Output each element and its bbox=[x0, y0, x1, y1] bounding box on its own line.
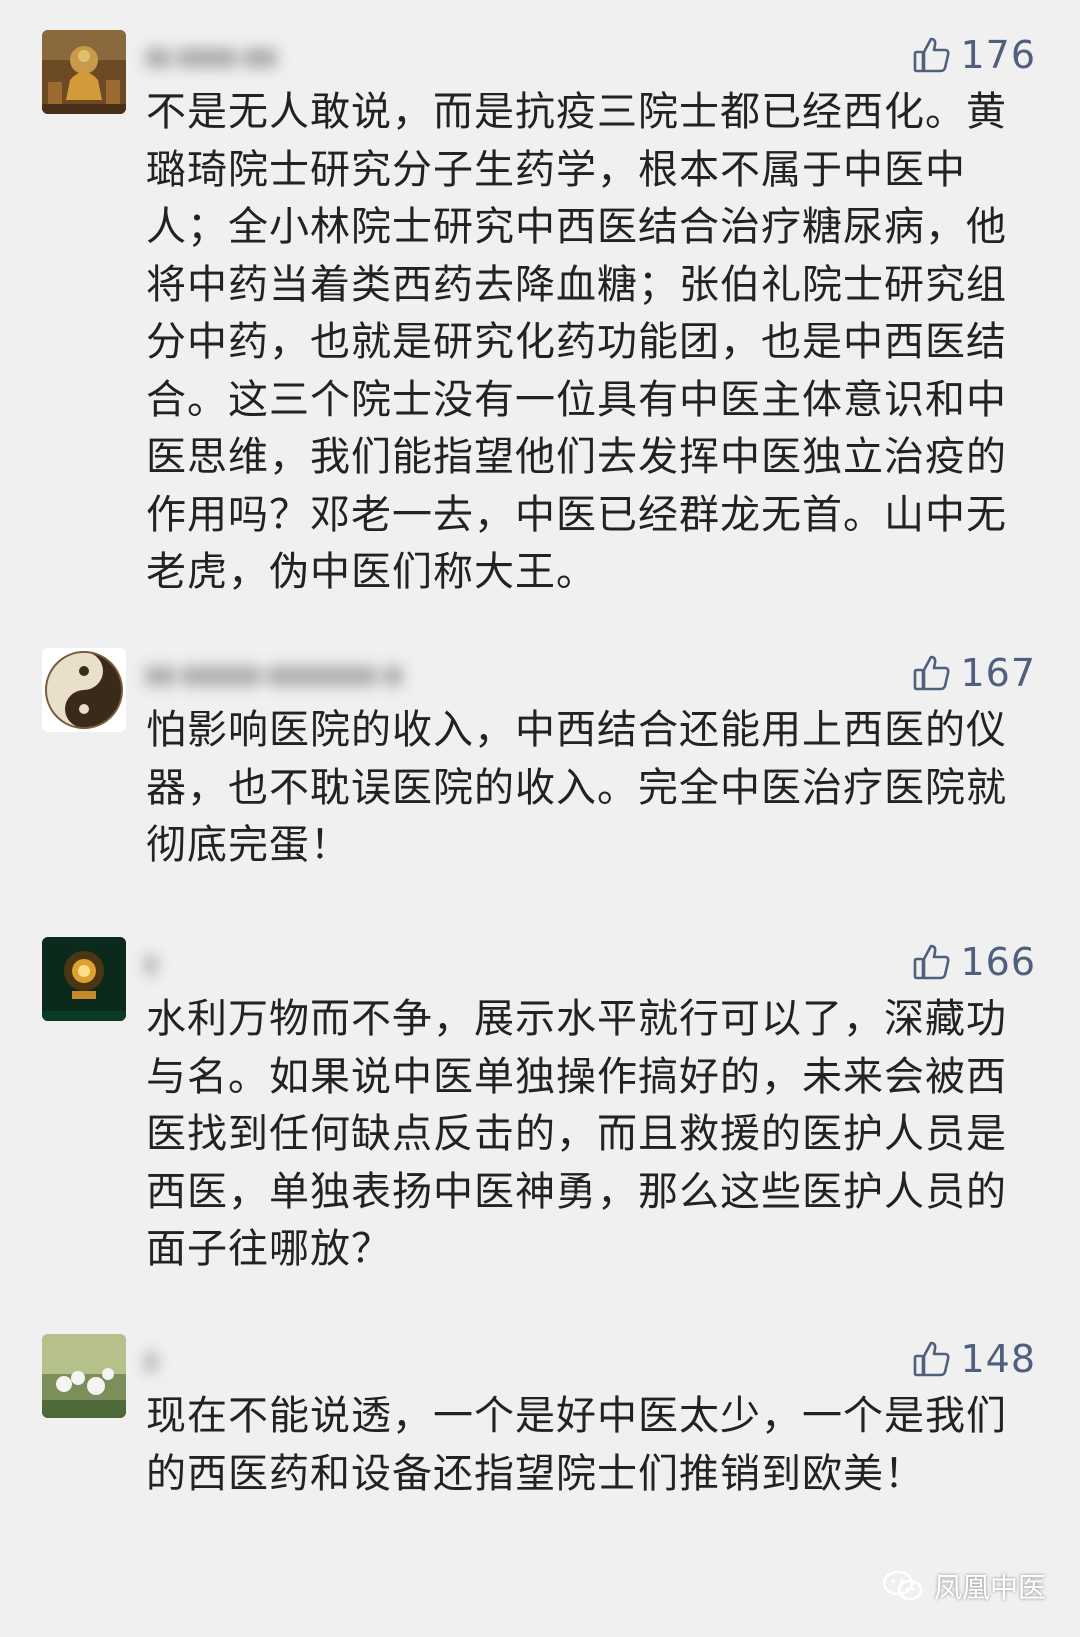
like-button[interactable]: 176 bbox=[912, 30, 1036, 80]
comment-text: 水利万物而不争，展示水平就行可以了，深藏功与名。如果说中医单独操作搞好的，未来会… bbox=[146, 996, 1007, 1272]
watermark-label: 凤凰中医 bbox=[933, 1571, 1046, 1604]
nickname-redacted bbox=[145, 1344, 205, 1378]
avatar-image bbox=[42, 937, 126, 1021]
nickname-redacted bbox=[145, 658, 445, 692]
wechat-icon bbox=[882, 1570, 923, 1601]
watermark: 凤凰中医 bbox=[882, 1566, 1046, 1606]
like-button[interactable]: 167 bbox=[912, 648, 1036, 698]
avatar-image bbox=[42, 1334, 126, 1418]
comment-text: 不是无人敢说，而是抗疫三院士都已经西化。黄璐琦院士研究分子生药学，根本不属于中医… bbox=[146, 89, 1007, 595]
like-button[interactable]: 148 bbox=[912, 1334, 1036, 1384]
avatar[interactable] bbox=[42, 1334, 126, 1418]
thumbs-up-icon bbox=[914, 944, 950, 980]
avatar[interactable] bbox=[42, 648, 126, 732]
avatar-image bbox=[42, 648, 126, 732]
like-button[interactable]: 166 bbox=[912, 937, 1036, 987]
comment-text: 现在不能说透，一个是好中医太少，一个是我们的西医药和设备还指望院士们推销到欧美！ bbox=[146, 1393, 1007, 1497]
like-count: 166 bbox=[960, 940, 1036, 984]
nickname-redacted bbox=[145, 947, 205, 981]
like-count: 176 bbox=[960, 33, 1036, 77]
like-count: 148 bbox=[960, 1337, 1036, 1381]
avatar[interactable] bbox=[42, 30, 126, 114]
thumbs-up-icon bbox=[914, 1341, 950, 1377]
thumbs-up-icon bbox=[914, 655, 950, 691]
thumbs-up-icon bbox=[914, 37, 950, 73]
avatar-image bbox=[42, 30, 126, 114]
nickname-redacted bbox=[145, 40, 385, 74]
like-count: 167 bbox=[960, 651, 1036, 695]
comment-text: 怕影响医院的收入，中西结合还能用上西医的仪器，也不耽误医院的收入。完全中医治疗医… bbox=[146, 707, 1007, 868]
avatar[interactable] bbox=[42, 937, 126, 1021]
